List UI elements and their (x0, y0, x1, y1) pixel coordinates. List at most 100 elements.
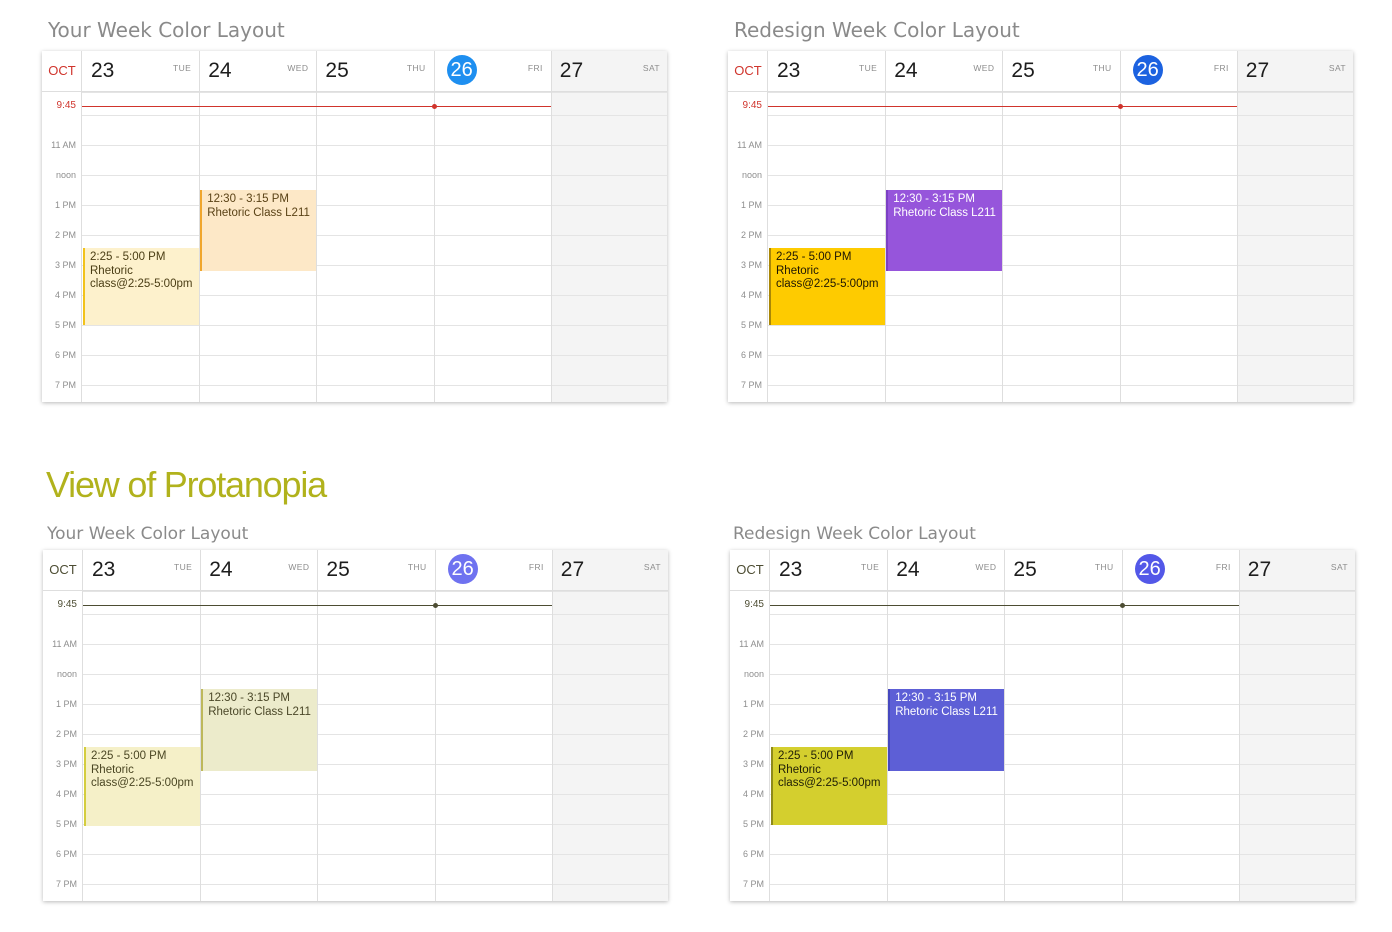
day-name-tue: TUE (860, 562, 880, 572)
event-time: 2:25 - 5:00 PM (90, 251, 166, 263)
day-number-27[interactable]: 27 (560, 59, 583, 83)
day-number-23[interactable]: 23 (779, 558, 802, 582)
event-block[interactable]: 2:25 - 5:00 PM Rhetoric class@2:25-5:00pm (83, 248, 200, 325)
current-time-dot (432, 603, 438, 608)
day-name-thu: THU (407, 562, 427, 572)
hour-label: 7 PM (55, 879, 77, 889)
event-title: Rhetoric (90, 264, 133, 277)
day-name-tue: TUE (858, 63, 878, 73)
grid-line (770, 591, 1355, 592)
day-number-25[interactable]: 25 (325, 59, 348, 83)
hour-label: 3 PM (740, 260, 762, 270)
bottom-right-label: Redesign Week Color Layout (733, 524, 976, 544)
current-time-label: 9:45 (742, 100, 762, 111)
hour-label: noon (55, 170, 76, 180)
month-label: OCT (736, 562, 764, 577)
calendar-your-layout: OCT 23 TUE 24 WED 25 THU 26 FRI 27 SAT 9:45 11 AM noo… (42, 51, 667, 402)
event-time: 2:25 - 5:00 PM (778, 750, 854, 762)
current-time-line (82, 106, 551, 107)
day-number-23[interactable]: 23 (92, 558, 115, 582)
day-number-23[interactable]: 23 (91, 59, 114, 83)
event-time: 12:30 - 3:15 PM (895, 692, 978, 704)
grid-line (768, 355, 1353, 356)
day-name-sat: SAT (1330, 562, 1348, 572)
hour-label: 5 PM (740, 320, 762, 330)
event-title: Rhetoric Class L211 (895, 705, 998, 718)
hour-label: 11 AM (737, 140, 762, 150)
top-left-label: Your Week Color Layout (48, 18, 285, 42)
day-number-27[interactable]: 27 (561, 558, 584, 582)
day-name-sat: SAT (1328, 63, 1346, 73)
grid-line (768, 325, 1353, 326)
hour-label: 5 PM (742, 819, 764, 829)
hour-label: noon (741, 170, 762, 180)
day-number-24[interactable]: 24 (208, 59, 231, 83)
grid-line (770, 644, 1355, 645)
current-time-dot (431, 104, 437, 109)
event-block[interactable]: 2:25 - 5:00 PM Rhetoric class@2:25-5:00pm (769, 248, 886, 325)
grid-line (768, 115, 1353, 116)
day-name-wed: WED (975, 562, 997, 572)
day-number-24[interactable]: 24 (896, 558, 919, 582)
grid-line (770, 854, 1355, 855)
hour-label: 4 PM (742, 789, 764, 799)
hour-label: 7 PM (742, 879, 764, 889)
grid-line (768, 235, 1353, 236)
month-label: OCT (734, 63, 762, 78)
today-date-circle[interactable]: 26 (1134, 554, 1165, 584)
event-block[interactable]: 12:30 - 3:15 PM Rhetoric Class L211 (886, 190, 1003, 271)
event-block[interactable]: 2:25 - 5:00 PM Rhetoric class@2:25-5:00pm (84, 747, 201, 826)
day-number-27[interactable]: 27 (1248, 558, 1271, 582)
event-title: Rhetoric (91, 763, 134, 776)
column-divider (1236, 51, 1238, 402)
calendar-protanopia-redesign-layout: OCT 23 TUE 24 WED 25 THU 26 FRI 27 SAT 9:45 11 AM noo… (730, 550, 1355, 901)
today-date-circle[interactable]: 26 (446, 55, 477, 85)
event-title: Rhetoric (778, 763, 821, 776)
event-title-line2: class@2:25-5:00pm (778, 777, 881, 789)
calendar-protanopia-your-layout: OCT 23 TUE 24 WED 25 THU 26 FRI 27 SAT 9:45 11 AM noo… (43, 550, 668, 901)
day-number-25[interactable]: 25 (326, 558, 349, 582)
event-title: Rhetoric (776, 264, 819, 277)
day-name-fri: FRI (528, 562, 544, 572)
day-number-25[interactable]: 25 (1011, 59, 1034, 83)
event-block[interactable]: 12:30 - 3:15 PM Rhetoric Class L211 (200, 190, 317, 271)
today-date-circle[interactable]: 26 (447, 554, 478, 584)
hour-label: 6 PM (740, 350, 762, 360)
hour-label: 6 PM (54, 350, 76, 360)
day-name-fri: FRI (1215, 562, 1231, 572)
hour-label: noon (56, 669, 77, 679)
day-number-24[interactable]: 24 (894, 59, 917, 83)
day-number-24[interactable]: 24 (209, 558, 232, 582)
column-divider (550, 51, 552, 402)
current-time-label: 9:45 (57, 599, 77, 610)
current-time-line (768, 106, 1237, 107)
hour-label: 2 PM (54, 230, 76, 240)
hour-label: 4 PM (740, 290, 762, 300)
grid-line (770, 704, 1355, 705)
grid-line (82, 205, 667, 206)
event-title: Rhetoric Class L211 (208, 705, 311, 718)
column-divider (317, 550, 319, 901)
column-divider (316, 51, 318, 402)
event-block[interactable]: 2:25 - 5:00 PM Rhetoric class@2:25-5:00pm (771, 747, 888, 825)
grid-line (83, 674, 668, 675)
hour-label: 5 PM (54, 320, 76, 330)
day-name-wed: WED (288, 562, 310, 572)
grid-line (83, 614, 668, 615)
hour-label: 2 PM (742, 729, 764, 739)
grid-line (768, 175, 1353, 176)
hour-label: 1 PM (742, 699, 764, 709)
event-block[interactable]: 12:30 - 3:15 PM Rhetoric Class L211 (201, 689, 318, 771)
current-time-label: 9:45 (56, 100, 76, 111)
event-block[interactable]: 12:30 - 3:15 PM Rhetoric Class L211 (888, 689, 1005, 771)
grid-line (83, 854, 668, 855)
today-date-circle[interactable]: 26 (1132, 55, 1163, 85)
grid-line (82, 235, 667, 236)
grid-line (83, 884, 668, 885)
hour-label: 11 AM (52, 639, 77, 649)
day-number-27[interactable]: 27 (1246, 59, 1269, 83)
column-divider (1004, 550, 1006, 901)
day-number-25[interactable]: 25 (1013, 558, 1036, 582)
current-time-line (770, 605, 1239, 606)
day-number-23[interactable]: 23 (777, 59, 800, 83)
